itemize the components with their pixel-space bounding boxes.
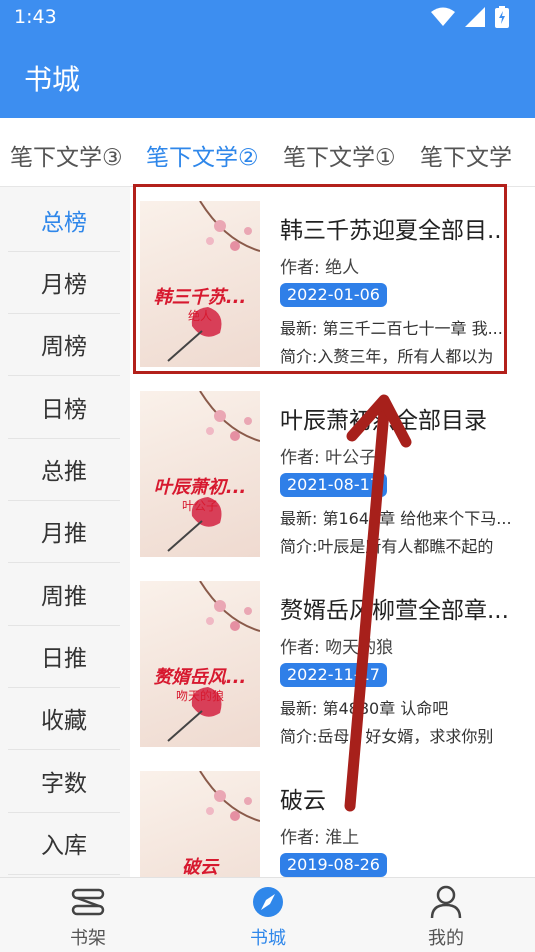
book-cover: 赘婿岳风... 吻天的狼 xyxy=(140,581,260,747)
cover-title: 赘婿岳风... xyxy=(153,667,247,688)
rank-item-ritui[interactable]: 日推 xyxy=(8,625,120,688)
rank-item-zhoutui[interactable]: 周推 xyxy=(8,563,120,626)
status-icons xyxy=(431,5,509,29)
cover-author: 叶公子 xyxy=(181,499,218,513)
compass-icon xyxy=(253,887,283,917)
nav-label: 书城 xyxy=(250,928,286,949)
book-cover: 叶辰萧初... 叶公子 xyxy=(140,391,260,557)
profile-icon xyxy=(430,885,462,919)
tab-bixia-2[interactable]: 笔下文学② xyxy=(146,138,259,172)
book-author: 作者: 淮上 xyxy=(280,828,360,848)
nav-label: 书架 xyxy=(70,928,106,949)
app-header: 1:43 书城 xyxy=(0,0,535,118)
book-cover: 破云 淮上 xyxy=(140,771,260,877)
rank-item-ribang[interactable]: 日榜 xyxy=(8,376,120,439)
rank-item-zhoubang[interactable]: 周榜 xyxy=(8,313,120,376)
update-date-badge: 2022-11-17 xyxy=(280,663,387,687)
cover-title: 叶辰萧初... xyxy=(153,477,247,498)
latest-chapter: 最新: 第1642章 给他来个下马... xyxy=(280,509,512,528)
rank-item-ruku[interactable]: 入库 xyxy=(8,812,120,875)
update-date-badge: 2021-08-17 xyxy=(280,473,387,497)
bookshelf-icon xyxy=(71,888,105,916)
rank-item-shoucang[interactable]: 收藏 xyxy=(8,687,120,750)
update-date-badge: 2019-08-26 xyxy=(280,853,387,877)
battery-icon xyxy=(495,6,509,28)
nav-bookstore[interactable]: 书城 xyxy=(208,878,328,952)
rank-item-zishu[interactable]: 字数 xyxy=(8,750,120,813)
category-tabs: 笔下文学③ 笔下文学② 笔下文学① 笔下文学 xyxy=(0,118,535,187)
book-title: 破云 xyxy=(280,788,326,814)
book-intro: 简介:岳母：好女婿，求求你别 xyxy=(280,727,494,746)
nav-bookshelf[interactable]: 书架 xyxy=(28,878,148,952)
rank-item-yuebang[interactable]: 月榜 xyxy=(8,251,120,314)
page-title: 书城 xyxy=(24,63,81,96)
book-author: 作者: 吻天的狼 xyxy=(280,638,394,658)
book-item[interactable]: 叶辰萧初... 叶公子 叶辰萧初然全部目录 作者: 叶公子 2021-08-17… xyxy=(130,377,535,563)
wifi-icon xyxy=(431,7,455,26)
cover-author: 吻天的狼 xyxy=(175,689,224,703)
book-author: 作者: 叶公子 xyxy=(280,448,377,468)
rank-sidebar: 总榜 月榜 周榜 日榜 总推 月推 周推 日推 收藏 字数 入库 xyxy=(0,187,130,877)
rank-item-yuetui[interactable]: 月推 xyxy=(8,500,120,563)
book-title: 赘婿岳风柳萱全部章... xyxy=(280,598,509,624)
status-time: 1:43 xyxy=(14,6,57,28)
signal-icon xyxy=(465,7,485,27)
book-item[interactable]: 破云 淮上 破云 作者: 淮上 2019-08-26 xyxy=(130,757,535,877)
tab-bixia-3[interactable]: 笔下文学③ xyxy=(10,138,123,172)
book-item[interactable]: 赘婿岳风... 吻天的狼 赘婿岳风柳萱全部章... 作者: 吻天的狼 2022-… xyxy=(130,567,535,753)
nav-profile[interactable]: 我的 xyxy=(386,878,506,952)
rank-item-zongbang[interactable]: 总榜 xyxy=(8,189,120,252)
book-intro: 简介:叶辰是所有人都瞧不起的 xyxy=(280,537,494,556)
tab-bixia-1[interactable]: 笔下文学① xyxy=(283,138,396,172)
latest-chapter: 最新: 第4880章 认命吧 xyxy=(280,699,449,718)
nav-label: 我的 xyxy=(428,928,464,949)
tab-bixia[interactable]: 笔下文学 xyxy=(420,138,512,172)
highlight-box xyxy=(133,184,507,374)
cover-title: 破云 xyxy=(182,857,218,877)
rank-item-zongtui[interactable]: 总推 xyxy=(8,438,120,501)
bottom-nav: 书架 书城 我的 xyxy=(0,877,535,952)
book-title: 叶辰萧初然全部目录 xyxy=(280,408,487,434)
